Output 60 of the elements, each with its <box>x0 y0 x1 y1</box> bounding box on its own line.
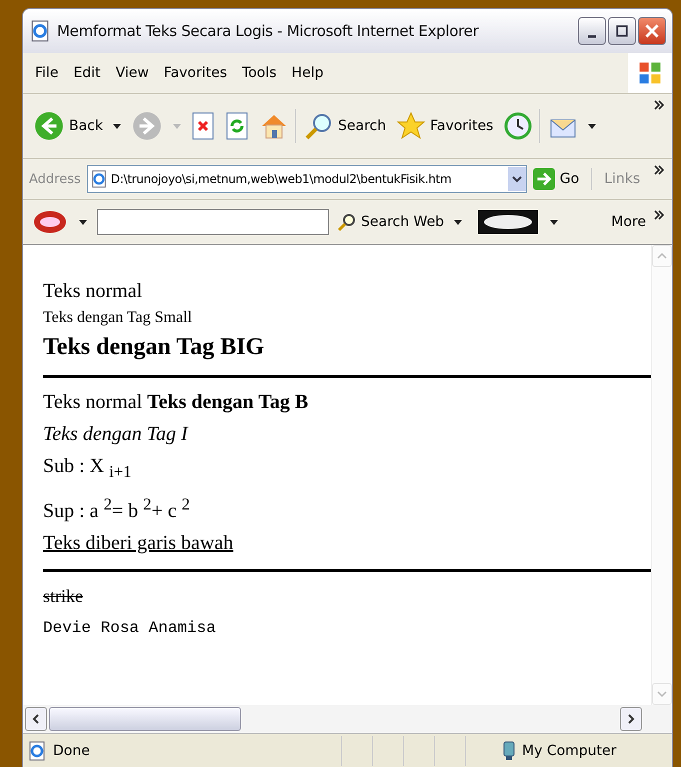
caret-icon <box>454 220 462 224</box>
favorites-button[interactable]: Favorites <box>394 109 496 143</box>
caret-icon <box>113 124 121 128</box>
zone-text: My Computer <box>522 743 618 759</box>
text-line: strike <box>43 584 84 608</box>
text-line: Teks dengan Tag I <box>43 422 190 447</box>
menu-item[interactable]: Help <box>292 65 324 81</box>
text-line: Teks normal Teks dengan Tag B <box>43 390 310 415</box>
caret-icon <box>588 124 596 128</box>
search-field[interactable] <box>97 209 329 235</box>
chevron-icon[interactable] <box>654 100 664 110</box>
dropdown-button[interactable] <box>508 167 526 191</box>
caret-icon[interactable] <box>550 220 558 224</box>
text-line: Teks dengan Tag BIG <box>43 333 266 362</box>
window-title: Memformat Teks Secara Logis - Microsoft Internet Explorer <box>57 22 480 40</box>
page-icon <box>27 741 47 761</box>
menu-item[interactable]: Tools <box>242 65 277 81</box>
text-line: Teks diberi garis bawah <box>43 530 234 556</box>
maximize-button[interactable] <box>608 17 636 45</box>
refresh-icon <box>225 111 249 141</box>
search-web-button[interactable]: Search Web <box>335 210 464 234</box>
close-icon <box>645 24 659 38</box>
more-button[interactable]: More <box>611 214 646 230</box>
text-line: Sup : a $^{2}$= b $^{2}$+ c $^{2}$ <box>43 493 191 524</box>
minimize-button[interactable] <box>578 17 606 45</box>
scroll-right-button[interactable] <box>620 707 642 731</box>
text-line: Teks dengan Tag Small <box>43 308 193 328</box>
address-field[interactable]: D:\trunojoyo\si,metnum,web\web1\modul2\bentukFisik.htm <box>86 165 527 193</box>
maximize-icon <box>616 25 628 37</box>
page-icon <box>90 170 108 188</box>
stop-icon <box>191 111 215 141</box>
text-line: Teks normal <box>43 279 144 304</box>
text-line: Devie Rosa Anamisa <box>43 618 217 639</box>
star-icon <box>396 111 426 141</box>
chevron-icon[interactable] <box>654 165 664 175</box>
windows-flag-icon <box>628 53 672 93</box>
scroll-left-button[interactable] <box>25 707 47 731</box>
search-icon <box>337 212 357 232</box>
chevron-icon[interactable] <box>654 210 664 220</box>
caret-icon[interactable] <box>79 220 87 224</box>
minimize-icon <box>588 34 596 38</box>
caret-icon <box>512 174 522 184</box>
status-text: Done <box>53 743 90 759</box>
clock-icon <box>503 111 534 141</box>
back-button[interactable]: Back <box>31 108 123 144</box>
menu-item[interactable]: View <box>116 65 149 81</box>
go-button[interactable]: Go <box>532 168 592 190</box>
scroll-thumb[interactable] <box>49 707 241 731</box>
horizontal-scrollbar[interactable] <box>23 705 672 733</box>
close-button[interactable] <box>638 17 666 45</box>
address-label: Address <box>29 172 81 186</box>
menu-item[interactable]: Favorites <box>164 65 228 81</box>
search-button[interactable]: Search <box>302 109 388 143</box>
menu-item[interactable]: Edit <box>73 65 101 81</box>
search-icon <box>304 111 334 141</box>
menu-item[interactable]: File <box>35 65 58 81</box>
address-text: D:\trunojoyo\si,metnum,web\web1\modul2\bentukFisik.htm <box>110 172 452 186</box>
page-icon <box>29 20 51 42</box>
caret-icon <box>173 124 181 128</box>
text-line: Sub : X $_{i+1}$ <box>43 454 132 483</box>
